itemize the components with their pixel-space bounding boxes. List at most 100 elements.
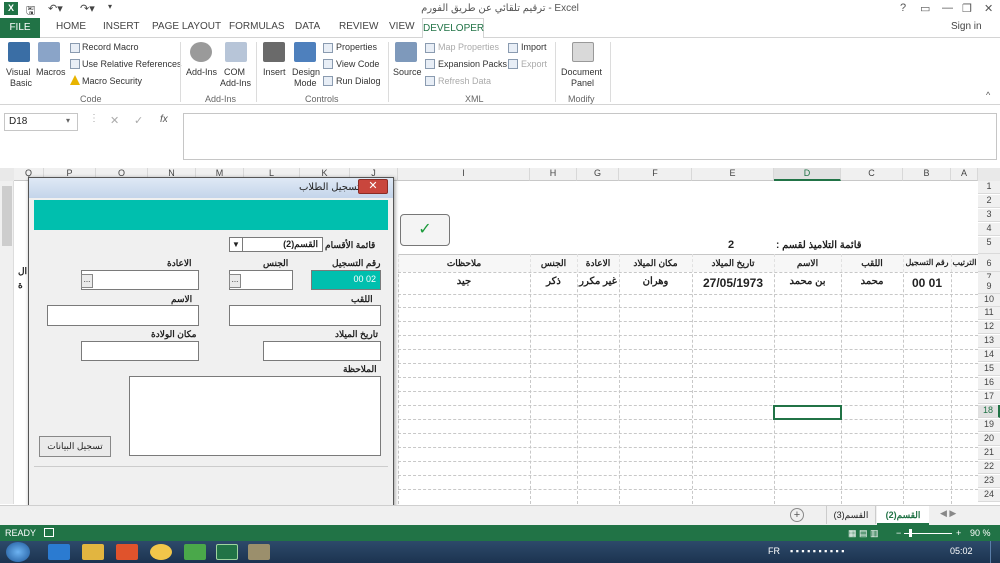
row-header[interactable]: 21 bbox=[978, 447, 1000, 460]
insert-control-button[interactable]: Insert bbox=[263, 67, 286, 77]
tab-page-layout[interactable]: PAGE LAYOUT bbox=[152, 21, 221, 32]
col-header-d[interactable]: D bbox=[774, 168, 841, 181]
row-header[interactable]: 6 bbox=[978, 254, 1000, 272]
run-dialog-button[interactable]: Run Dialog bbox=[336, 76, 381, 86]
col-header-i[interactable]: I bbox=[398, 168, 530, 181]
save-data-button[interactable]: تسجيل البيانات bbox=[39, 436, 111, 457]
name-field[interactable] bbox=[47, 305, 199, 326]
tab-insert[interactable]: INSERT bbox=[103, 21, 140, 32]
close-button[interactable]: ✕ bbox=[984, 2, 993, 15]
row-header[interactable]: 12 bbox=[978, 321, 1000, 334]
macro-record-icon[interactable] bbox=[44, 528, 54, 537]
pob-field[interactable] bbox=[81, 341, 199, 361]
tab-review[interactable]: REVIEW bbox=[339, 21, 378, 32]
row-header[interactable]: 15 bbox=[978, 363, 1000, 376]
add-ins-button[interactable]: Add-Ins bbox=[186, 67, 217, 77]
row-header[interactable]: 3 bbox=[978, 209, 1000, 222]
properties-button[interactable]: Properties bbox=[336, 42, 377, 52]
help-button[interactable]: ? bbox=[900, 2, 906, 14]
import-button[interactable]: Import bbox=[521, 42, 547, 52]
clock[interactable]: 05:02 bbox=[950, 546, 973, 556]
active-cell-d18[interactable] bbox=[773, 405, 842, 420]
tab-data[interactable]: DATA bbox=[295, 21, 320, 32]
expansion-packs-button[interactable]: Expansion Packs bbox=[438, 59, 507, 69]
name-box-dropdown-icon[interactable]: ▾ bbox=[66, 116, 70, 125]
document-panel-button[interactable]: Document bbox=[561, 67, 602, 77]
cancel-formula-icon[interactable]: ✕ bbox=[110, 114, 119, 127]
repeat-picker-button[interactable]: ... bbox=[81, 274, 93, 288]
source-button[interactable]: Source bbox=[393, 67, 422, 77]
row-header[interactable]: 24 bbox=[978, 489, 1000, 502]
language-indicator[interactable]: FR bbox=[768, 546, 780, 556]
zoom-out-icon[interactable]: − bbox=[896, 528, 901, 538]
chrome-icon[interactable] bbox=[150, 544, 172, 560]
scroll-up-icon[interactable] bbox=[0, 168, 14, 181]
row-header[interactable]: 4 bbox=[978, 223, 1000, 236]
row-header[interactable]: 10 bbox=[978, 294, 1000, 307]
row-header[interactable]: 9 bbox=[978, 278, 1000, 294]
select-all-corner[interactable] bbox=[978, 168, 1000, 181]
tab-home[interactable]: HOME bbox=[56, 21, 86, 32]
cell-dob[interactable]: 27/05/1973 bbox=[692, 276, 774, 290]
class-combo[interactable]: ▼ القسم(2) bbox=[229, 237, 323, 252]
dob-field[interactable] bbox=[263, 341, 381, 361]
ribbon-display-icon[interactable]: ▭ bbox=[920, 2, 930, 15]
repeat-field[interactable] bbox=[81, 270, 199, 290]
add-sheet-button[interactable]: + bbox=[790, 508, 804, 522]
col-header-a[interactable]: A bbox=[951, 168, 978, 181]
cell-repeat[interactable]: غير مكرر bbox=[577, 276, 619, 287]
row-header[interactable]: 17 bbox=[978, 391, 1000, 404]
chevron-down-icon[interactable]: ▼ bbox=[230, 238, 243, 251]
sign-in-link[interactable]: Sign in bbox=[951, 21, 982, 32]
export-button[interactable]: Export bbox=[521, 59, 547, 69]
row-header[interactable]: 2 bbox=[978, 195, 1000, 208]
col-header-c[interactable]: C bbox=[841, 168, 903, 181]
reg-number-field[interactable]: 00 02 bbox=[311, 270, 381, 290]
cell-notes[interactable]: جيد bbox=[398, 276, 530, 287]
row-header[interactable]: 1 bbox=[978, 181, 1000, 194]
row-header[interactable]: 22 bbox=[978, 461, 1000, 474]
scroll-thumb[interactable] bbox=[2, 186, 12, 246]
paint-icon[interactable] bbox=[248, 544, 270, 560]
row-header[interactable]: 14 bbox=[978, 349, 1000, 362]
relative-references-button[interactable]: Use Relative References bbox=[82, 59, 182, 69]
formula-input[interactable] bbox=[183, 113, 997, 160]
zoom-level[interactable]: 90 % bbox=[970, 528, 991, 538]
check-button[interactable]: ✓ bbox=[400, 214, 450, 246]
macros-button[interactable]: Macros bbox=[36, 67, 66, 77]
record-macro-button[interactable]: Record Macro bbox=[82, 42, 139, 52]
dialog-close-button[interactable]: ✕ bbox=[358, 179, 388, 194]
ie-icon[interactable] bbox=[48, 544, 70, 560]
gender-picker-button[interactable]: ... bbox=[229, 274, 241, 288]
row-header[interactable]: 20 bbox=[978, 433, 1000, 446]
tray-icons[interactable]: ▪ ▪ ▪ ▪ ▪ ▪ ▪ ▪ ▪ ▪ bbox=[790, 546, 844, 556]
tab-scroll-icon[interactable]: ◀ ▶ bbox=[940, 508, 956, 519]
insert-function-button[interactable]: fx bbox=[160, 114, 168, 125]
row-header[interactable]: 5 bbox=[978, 237, 1000, 254]
media-player-icon[interactable] bbox=[116, 544, 138, 560]
map-properties-button[interactable]: Map Properties bbox=[438, 42, 499, 52]
row-header-active[interactable]: 18 bbox=[978, 405, 1000, 418]
tab-developer[interactable]: DEVELOPER bbox=[422, 18, 484, 39]
app-icon[interactable] bbox=[184, 544, 206, 560]
col-header-h[interactable]: H bbox=[530, 168, 577, 181]
sheet-tab-3[interactable]: القسم(3) bbox=[826, 506, 876, 524]
col-header-b[interactable]: B bbox=[903, 168, 951, 181]
excel-taskbar-icon[interactable] bbox=[216, 544, 238, 560]
row-header[interactable]: 23 bbox=[978, 475, 1000, 488]
tab-formulas[interactable]: FORMULAS bbox=[229, 21, 285, 32]
cell-surname[interactable]: محمد bbox=[841, 276, 903, 287]
visual-basic-button[interactable]: Visual bbox=[6, 67, 30, 77]
com-add-ins-button[interactable]: COM bbox=[224, 67, 245, 77]
tab-view[interactable]: VIEW bbox=[389, 21, 415, 32]
collapse-ribbon-icon[interactable]: ^ bbox=[986, 90, 990, 100]
cell-gender[interactable]: ذكر bbox=[530, 276, 577, 287]
explorer-icon[interactable] bbox=[82, 544, 104, 560]
macro-security-button[interactable]: Macro Security bbox=[82, 76, 142, 86]
cell-reg-number[interactable]: 00 01 bbox=[903, 276, 951, 290]
restore-button[interactable]: ❐ bbox=[962, 2, 972, 15]
zoom-in-icon[interactable]: + bbox=[956, 528, 961, 538]
row-header[interactable]: 13 bbox=[978, 335, 1000, 348]
surname-field[interactable] bbox=[229, 305, 381, 326]
sheet-tab-2-active[interactable]: القسم(2) bbox=[877, 506, 929, 525]
